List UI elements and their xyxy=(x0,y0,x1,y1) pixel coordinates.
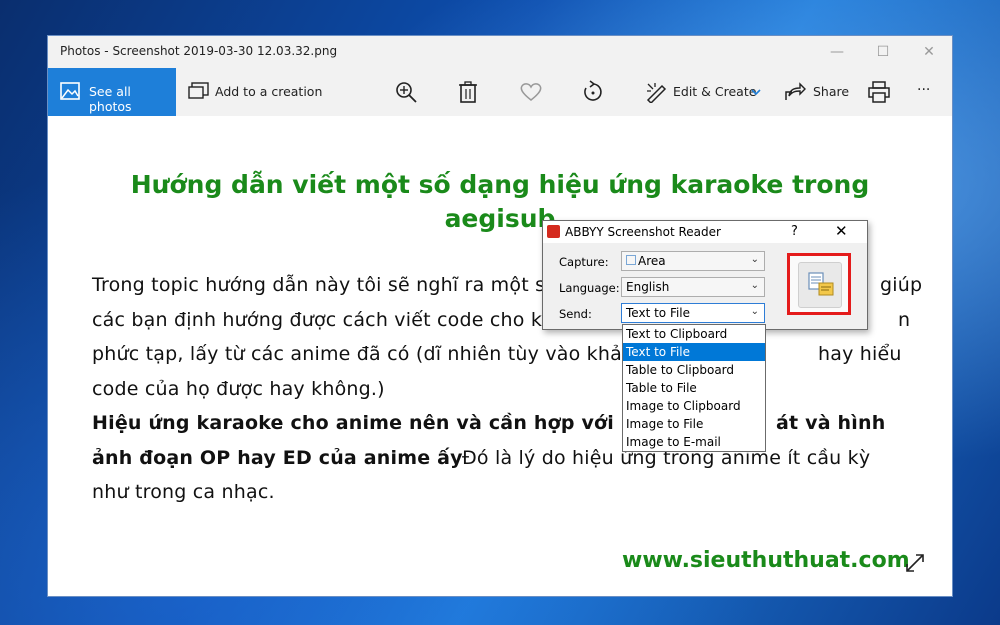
screenshot-capture-icon xyxy=(808,272,834,296)
chevron-down-icon: ⌄ xyxy=(750,254,759,265)
more-icon: ··· xyxy=(917,82,931,98)
body-line: code của họ được hay không.) xyxy=(92,372,922,407)
add-to-creation-button[interactable]: Add to a creation xyxy=(186,68,322,116)
add-to-creation-label: Add to a creation xyxy=(215,84,323,99)
website-watermark: www.sieuthuthuat.com xyxy=(622,548,910,573)
send-value: Text to File xyxy=(626,306,691,320)
capture-label: Capture: xyxy=(559,255,609,269)
body-line-tail: hay hiểu xyxy=(818,343,902,365)
send-option-text-to-clipboard[interactable]: Text to Clipboard xyxy=(623,325,765,343)
body-line-tail: át và hình xyxy=(776,412,886,434)
share-icon xyxy=(785,82,806,100)
language-value: English xyxy=(626,280,670,294)
capture-value-text: Area xyxy=(638,254,666,268)
send-option-text-to-file[interactable]: Text to File xyxy=(623,343,765,361)
abbyy-title: ABBYY Screenshot Reader xyxy=(565,225,721,239)
capture-button[interactable] xyxy=(787,253,851,315)
send-option-table-to-file[interactable]: Table to File xyxy=(623,379,765,397)
send-option-image-to-email[interactable]: Image to E-mail xyxy=(623,433,765,451)
rotate-icon[interactable] xyxy=(582,80,604,104)
share-label: Share xyxy=(813,84,850,99)
add-creation-icon xyxy=(188,82,209,99)
print-icon[interactable] xyxy=(868,81,890,103)
body-line-text: ảnh đoạn OP hay ED của anime ấy xyxy=(92,446,463,469)
document-title-line1: Hướng dẫn viết một số dạng hiệu ứng kara… xyxy=(130,170,870,199)
see-all-photos-button[interactable]: See all photos xyxy=(48,68,176,116)
body-line-text: phức tạp, lấy từ các anime đã có (dĩ nhi… xyxy=(92,343,641,365)
toolbar: See all photos Add to a creation Edit & … xyxy=(48,68,952,116)
send-select[interactable]: Text to File ⌄ xyxy=(621,303,765,323)
abbyy-title-bar: ABBYY Screenshot Reader ? ✕ xyxy=(543,221,867,243)
body-line-text: như trong ca nhạc. xyxy=(92,481,275,503)
capture-button-face xyxy=(798,262,842,308)
minimize-button[interactable]: — xyxy=(814,36,860,68)
photos-icon xyxy=(60,82,80,100)
body-line-tail: n xyxy=(898,308,911,331)
language-label: Language: xyxy=(559,281,620,295)
more-options-button[interactable]: ··· xyxy=(917,68,941,116)
maximize-button[interactable]: ☐ xyxy=(860,36,906,68)
capture-select[interactable]: Area ⌄ xyxy=(621,251,765,271)
language-select[interactable]: English ⌄ xyxy=(621,277,765,297)
body-line-text: Hiệu ứng karaoke cho anime nên và cần hợ… xyxy=(92,412,635,434)
body-line: phức tạp, lấy từ các anime đã có (dĩ nhi… xyxy=(92,337,922,372)
body-line-text: Trong topic hướng dẫn này tôi sẽ nghĩ ra… xyxy=(92,274,558,296)
window-title: Photos - Screenshot 2019-03-30 12.03.32.… xyxy=(60,44,338,58)
edit-create-label: Edit & Create xyxy=(673,84,757,99)
body-line-text: code của họ được hay không.) xyxy=(92,377,385,400)
send-option-image-to-file[interactable]: Image to File xyxy=(623,415,765,433)
capture-value: Area xyxy=(626,254,666,268)
share-button[interactable]: Share xyxy=(784,68,850,116)
send-option-image-to-clipboard[interactable]: Image to Clipboard xyxy=(623,397,765,415)
area-icon xyxy=(626,255,636,265)
body-line: Hiệu ứng karaoke cho anime nên và cần hợ… xyxy=(92,406,922,441)
see-all-photos-label: See all photos xyxy=(89,84,132,114)
body-line-text: các bạn định hướng được cách viết code c… xyxy=(92,308,554,331)
send-label: Send: xyxy=(559,307,592,321)
close-button[interactable]: ✕ xyxy=(906,36,952,68)
zoom-in-icon[interactable] xyxy=(395,81,417,103)
chevron-down-icon: ⌄ xyxy=(750,306,759,317)
title-bar: Photos - Screenshot 2019-03-30 12.03.32.… xyxy=(48,36,952,68)
abbyy-logo-icon xyxy=(547,225,560,238)
edit-pen-icon xyxy=(646,83,667,103)
chevron-down-icon: ⌄ xyxy=(750,280,759,291)
abbyy-close-button[interactable]: ✕ xyxy=(835,222,848,240)
send-dropdown-list: Text to Clipboard Text to File Table to … xyxy=(622,324,766,452)
delete-icon[interactable] xyxy=(458,81,478,103)
favorite-heart-icon[interactable] xyxy=(520,82,542,102)
edit-create-button[interactable]: Edit & Create xyxy=(645,68,763,116)
body-line-tail: giúp xyxy=(880,274,923,296)
abbyy-dialog: ABBYY Screenshot Reader ? ✕ Capture: Are… xyxy=(542,220,868,330)
expand-icon[interactable] xyxy=(904,552,926,574)
body-line: như trong ca nhạc. xyxy=(92,475,922,510)
body-line: ảnh đoạn OP hay ED của anime ấy Đó là lý… xyxy=(92,441,922,476)
send-option-table-to-clipboard[interactable]: Table to Clipboard xyxy=(623,361,765,379)
abbyy-help-button[interactable]: ? xyxy=(791,224,798,239)
chevron-down-icon xyxy=(751,89,761,96)
